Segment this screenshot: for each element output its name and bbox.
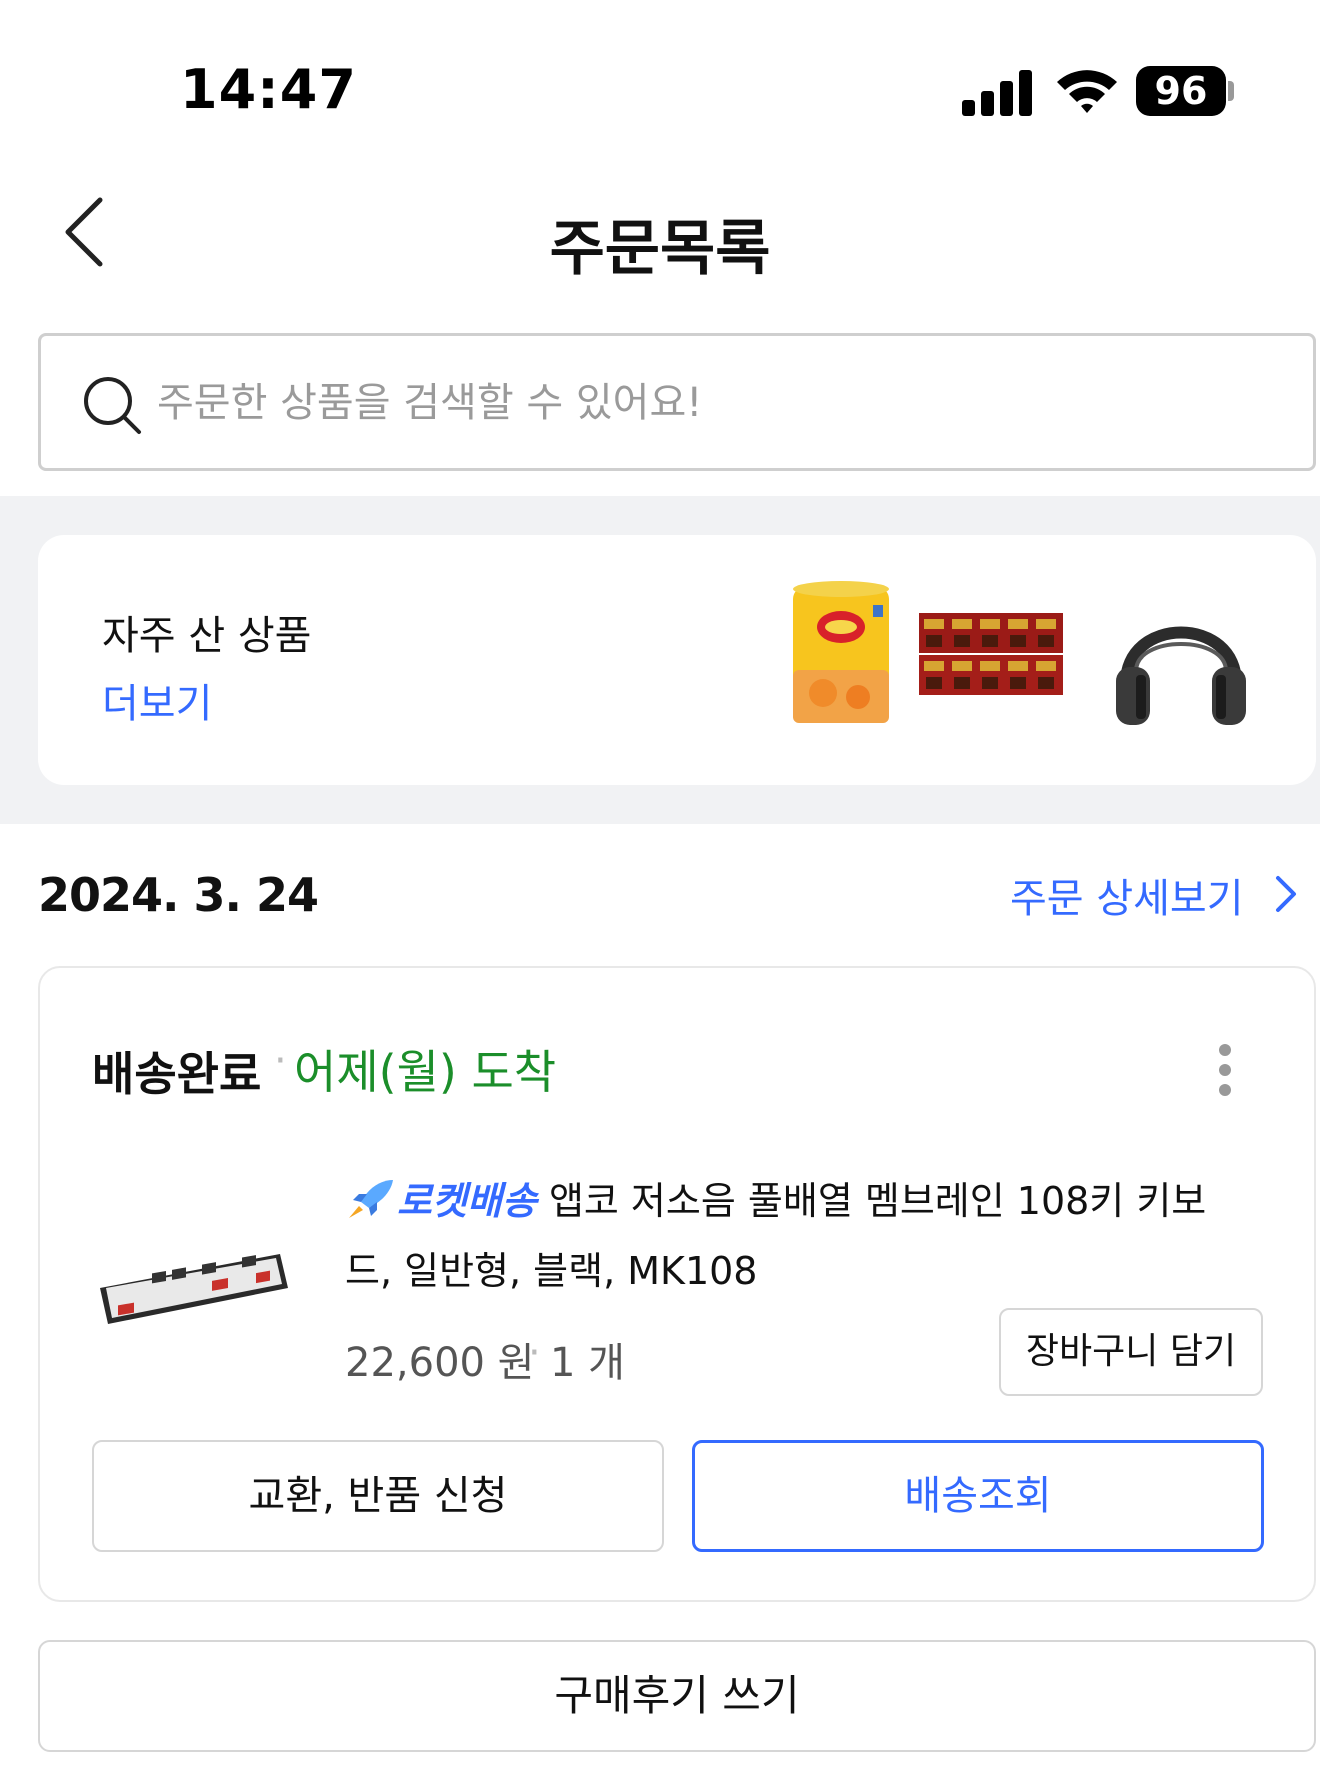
frequent-title: 자주 산 상품 [102,613,312,659]
write-review-button[interactable]: 구매후기 쓰기 [38,1640,1316,1752]
frequent-products-card[interactable]: 자주 산 상품 더보기 [38,535,1316,785]
page-title: 주문목록 [549,214,771,284]
battery-level: 96 [1136,66,1226,116]
status-time: 14:47 [180,58,357,121]
keyboard-product-image[interactable] [92,1218,292,1328]
exchange-return-button[interactable]: 교환, 반품 신청 [92,1440,664,1552]
delivery-status: 배송완료 [92,1047,262,1101]
rocket-delivery-badge: 로켓배송 [397,1179,537,1223]
add-to-cart-button[interactable]: 장바구니 담기 [999,1308,1263,1396]
frequent-more-link[interactable]: 더보기 [102,671,212,729]
order-detail-link[interactable]: 주문 상세보기 [1010,866,1244,924]
track-delivery-button[interactable]: 배송조회 [692,1440,1264,1552]
tea-box-pack-thumbnail[interactable] [916,575,1066,735]
cellular-signal-icon [962,70,1032,116]
rocket-icon [349,1180,393,1218]
tea-canister-thumbnail[interactable] [763,575,913,735]
search-box[interactable] [38,333,1316,471]
status-separator: · [274,1038,287,1084]
product-price: 22,600 원 [345,1340,535,1386]
order-card: 배송완료 · 어제(월) 도착 로켓배송 앱코 저소음 풀배열 멤브레인 108… [38,966,1316,1602]
headphones-thumbnail[interactable] [1106,575,1256,735]
page-header: 주문목록 [0,170,1320,290]
product-quantity: 1 개 [550,1340,625,1386]
order-date: 2024. 3. 24 [38,868,319,922]
battery-tip [1228,81,1234,101]
arrival-text: 어제(월) 도착 [294,1045,557,1099]
more-options-icon[interactable] [1210,1040,1240,1100]
search-input[interactable] [157,368,1257,438]
product-name-line1[interactable]: 로켓배송 앱코 저소음 풀배열 멤브레인 108키 키보 [345,1166,1275,1236]
search-icon [84,377,141,434]
product-name-line2[interactable]: 드, 일반형, 블랙, MK108 [345,1236,757,1306]
wifi-icon [1057,70,1117,113]
status-bar: 14:47 96 [0,0,1320,150]
chevron-right-icon[interactable] [1270,872,1300,916]
price-separator: · [528,1330,541,1376]
product-name-text: 앱코 저소음 풀배열 멤브레인 108키 키보 [548,1179,1207,1223]
